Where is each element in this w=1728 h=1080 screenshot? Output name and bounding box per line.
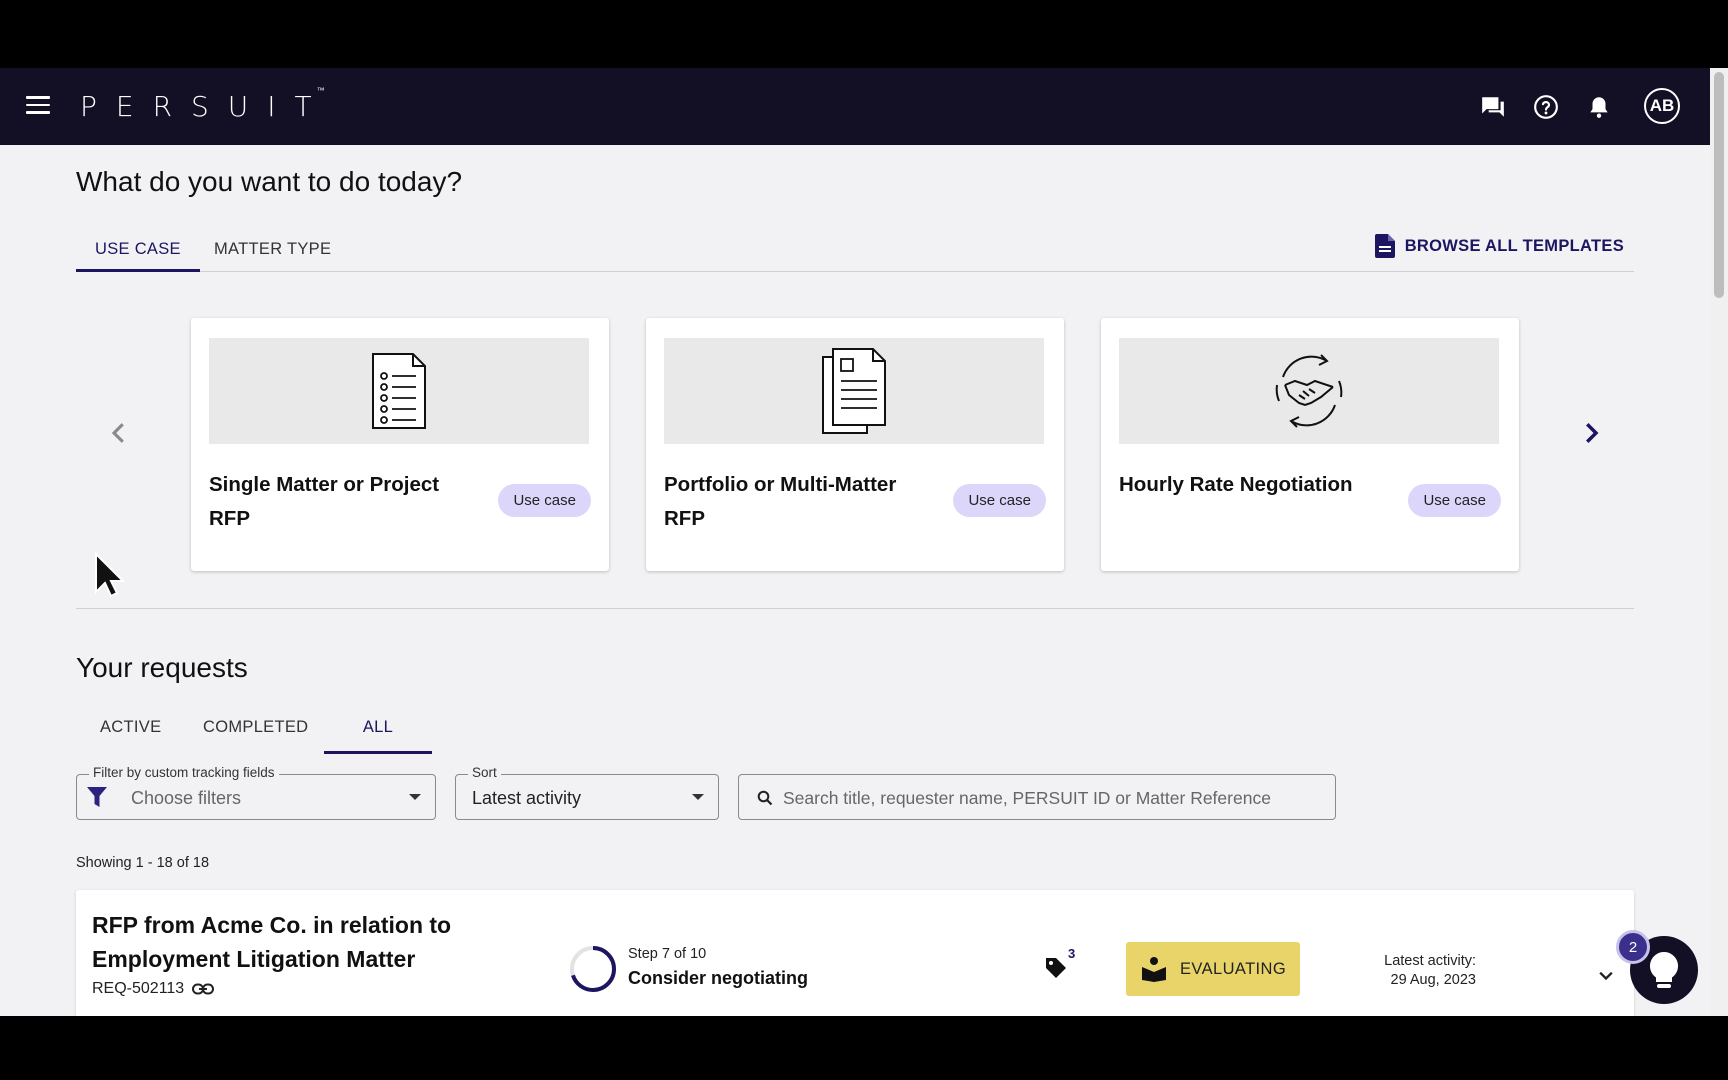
request-title[interactable]: RFP from Acme Co. in relation to Employm… (92, 908, 512, 976)
help-icon[interactable] (1533, 94, 1559, 120)
template-card-image (209, 338, 589, 444)
status-badge[interactable]: EVALUATING (1126, 942, 1300, 996)
document-icon (1374, 234, 1395, 258)
latest-activity-date: 29 Aug, 2023 (1390, 972, 1476, 988)
search-icon (757, 790, 773, 806)
results-count: Showing 1 - 18 of 18 (76, 855, 210, 871)
hamburger-menu-icon[interactable] (26, 96, 50, 116)
tab-active[interactable]: ACTIVE (100, 706, 161, 754)
search-field[interactable]: Search title, requester name, PERSUIT ID… (738, 774, 1336, 820)
chevron-down-icon[interactable] (1596, 966, 1616, 986)
use-case-badge[interactable]: Use case (953, 484, 1046, 517)
tag-icon[interactable] (1044, 956, 1068, 980)
mouse-cursor-icon (95, 552, 124, 598)
template-tabs: USE CASE MATTER TYPE BROWSE ALL TEMPLATE… (76, 228, 1634, 272)
tab-completed[interactable]: COMPLETED (203, 706, 308, 754)
handshake-cycle-icon (1275, 354, 1343, 428)
filter-select[interactable]: Filter by custom tracking fields Choose … (76, 765, 436, 820)
template-card-title: Single Matter or Project RFP (209, 473, 440, 530)
status-label: EVALUATING (1180, 959, 1287, 978)
filter-placeholder: Choose filters (131, 788, 242, 808)
persuit-logo[interactable]: PERSUIT™ (80, 86, 339, 123)
request-id: REQ-502113 (92, 980, 215, 998)
page-title: What do you want to do today? (76, 166, 463, 197)
user-avatar[interactable]: AB (1644, 88, 1680, 124)
use-case-badge[interactable]: Use case (498, 484, 591, 517)
filter-label: Filter by custom tracking fields (89, 765, 279, 780)
scrollbar-thumb[interactable] (1714, 72, 1724, 298)
tag-count: 3 (1068, 946, 1076, 961)
latest-activity: Latest activity: 29 Aug, 2023 (1358, 952, 1476, 990)
template-card-hourly-rate[interactable]: Hourly Rate Negotiation Use case (1101, 318, 1519, 571)
filter-funnel-icon (87, 787, 107, 807)
tab-matter-type[interactable]: MATTER TYPE (214, 228, 331, 272)
notifications-bell-icon[interactable] (1586, 94, 1612, 120)
stacked-documents-icon (822, 348, 886, 434)
template-card-title: Hourly Rate Negotiation (1119, 473, 1353, 496)
use-case-badge[interactable]: Use case (1408, 484, 1501, 517)
browse-all-templates-label: BROWSE ALL TEMPLATES (1404, 236, 1624, 255)
sort-value: Latest activity (472, 788, 582, 808)
request-tabs: ACTIVE COMPLETED ALL (76, 706, 676, 754)
app-screen: PERSUIT™ AB What do you want to do today… (0, 68, 1728, 1016)
carousel-prev-button[interactable] (104, 418, 134, 448)
template-card-title: Portfolio or Multi-Matter RFP (664, 473, 897, 530)
tab-all[interactable]: ALL (324, 706, 432, 754)
tab-use-case[interactable]: USE CASE (76, 228, 200, 272)
checklist-document-icon (372, 353, 426, 429)
page-scrollbar[interactable] (1710, 68, 1728, 1016)
logo-trademark: ™ (316, 86, 325, 95)
lightbulb-icon (1649, 952, 1679, 988)
search-input[interactable]: Search title, requester name, PERSUIT ID… (783, 788, 1271, 809)
request-card[interactable]: RFP from Acme Co. in relation to Employm… (76, 890, 1634, 1016)
template-card-image (1119, 338, 1499, 444)
sort-select[interactable]: Sort Latest activity (455, 765, 719, 820)
chevron-right-icon (1586, 423, 1599, 443)
requests-section-title: Your requests (76, 652, 248, 683)
step-counter: Step 7 of 10 (628, 946, 707, 962)
step-progress-ring (570, 946, 616, 992)
top-navigation-bar: PERSUIT™ AB (0, 68, 1710, 145)
link-icon[interactable] (192, 983, 215, 995)
carousel-next-button[interactable] (1576, 418, 1606, 448)
latest-activity-label: Latest activity: (1384, 953, 1476, 969)
template-card-single-matter[interactable]: Single Matter or Project RFP Use case (191, 318, 609, 571)
step-name: Consider negotiating (628, 968, 808, 988)
dropdown-caret-icon (692, 794, 704, 800)
logo-text: PERSUIT (80, 90, 331, 123)
chevron-left-icon (111, 423, 124, 443)
section-divider (76, 608, 1634, 609)
sort-label: Sort (468, 765, 501, 780)
template-card-portfolio[interactable]: Portfolio or Multi-Matter RFP Use case (646, 318, 1064, 571)
reading-book-icon (1142, 957, 1166, 982)
dropdown-caret-icon (409, 794, 421, 800)
request-id-text: REQ-502113 (92, 980, 185, 997)
template-card-image (664, 338, 1044, 444)
chat-icon[interactable] (1480, 94, 1506, 120)
help-badge-count: 2 (1616, 930, 1650, 964)
browse-all-templates-button[interactable]: BROWSE ALL TEMPLATES (1374, 234, 1624, 258)
